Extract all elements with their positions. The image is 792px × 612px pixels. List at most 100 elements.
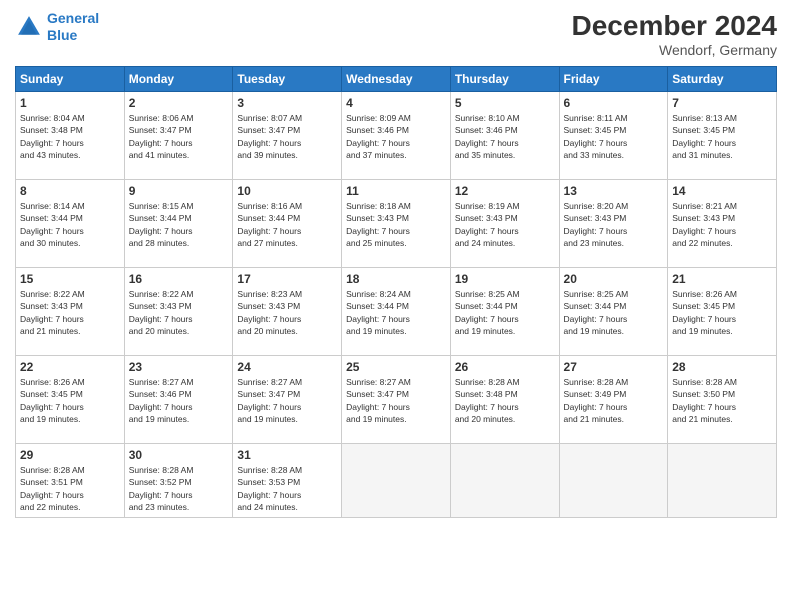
day-number: 24 bbox=[237, 360, 337, 374]
day-number: 18 bbox=[346, 272, 446, 286]
calendar-cell: 16 Sunrise: 8:22 AM Sunset: 3:43 PM Dayli… bbox=[124, 268, 233, 356]
day-info: Sunrise: 8:10 AM Sunset: 3:46 PM Dayligh… bbox=[455, 112, 555, 161]
day-info: Sunrise: 8:15 AM Sunset: 3:44 PM Dayligh… bbox=[129, 200, 229, 249]
calendar-cell bbox=[559, 444, 668, 518]
day-info: Sunrise: 8:28 AM Sunset: 3:48 PM Dayligh… bbox=[455, 376, 555, 425]
day-info: Sunrise: 8:09 AM Sunset: 3:46 PM Dayligh… bbox=[346, 112, 446, 161]
day-number: 15 bbox=[20, 272, 120, 286]
logo-line1: General bbox=[47, 10, 99, 26]
day-info: Sunrise: 8:24 AM Sunset: 3:44 PM Dayligh… bbox=[346, 288, 446, 337]
weekday-header-row: SundayMondayTuesdayWednesdayThursdayFrid… bbox=[16, 67, 777, 92]
calendar-cell: 24 Sunrise: 8:27 AM Sunset: 3:47 PM Dayli… bbox=[233, 356, 342, 444]
day-info: Sunrise: 8:28 AM Sunset: 3:52 PM Dayligh… bbox=[129, 464, 229, 513]
day-number: 9 bbox=[129, 184, 229, 198]
day-number: 14 bbox=[672, 184, 772, 198]
day-number: 5 bbox=[455, 96, 555, 110]
day-number: 4 bbox=[346, 96, 446, 110]
day-number: 16 bbox=[129, 272, 229, 286]
logo-icon bbox=[15, 13, 43, 41]
weekday-header-thursday: Thursday bbox=[450, 67, 559, 92]
calendar-cell bbox=[342, 444, 451, 518]
weekday-header-monday: Monday bbox=[124, 67, 233, 92]
logo: General Blue bbox=[15, 10, 99, 44]
day-number: 22 bbox=[20, 360, 120, 374]
weekday-header-sunday: Sunday bbox=[16, 67, 125, 92]
calendar-cell: 21 Sunrise: 8:26 AM Sunset: 3:45 PM Dayli… bbox=[668, 268, 777, 356]
day-number: 31 bbox=[237, 448, 337, 462]
logo-line2: Blue bbox=[47, 27, 77, 43]
calendar-cell: 9 Sunrise: 8:15 AM Sunset: 3:44 PM Daylig… bbox=[124, 180, 233, 268]
day-info: Sunrise: 8:11 AM Sunset: 3:45 PM Dayligh… bbox=[564, 112, 664, 161]
calendar-week-3: 15 Sunrise: 8:22 AM Sunset: 3:43 PM Dayli… bbox=[16, 268, 777, 356]
calendar-cell: 25 Sunrise: 8:27 AM Sunset: 3:47 PM Dayli… bbox=[342, 356, 451, 444]
day-info: Sunrise: 8:13 AM Sunset: 3:45 PM Dayligh… bbox=[672, 112, 772, 161]
day-number: 23 bbox=[129, 360, 229, 374]
logo-text: General Blue bbox=[47, 10, 99, 44]
calendar-cell: 26 Sunrise: 8:28 AM Sunset: 3:48 PM Dayli… bbox=[450, 356, 559, 444]
day-number: 25 bbox=[346, 360, 446, 374]
calendar-cell bbox=[668, 444, 777, 518]
day-info: Sunrise: 8:28 AM Sunset: 3:49 PM Dayligh… bbox=[564, 376, 664, 425]
day-info: Sunrise: 8:04 AM Sunset: 3:48 PM Dayligh… bbox=[20, 112, 120, 161]
day-info: Sunrise: 8:25 AM Sunset: 3:44 PM Dayligh… bbox=[455, 288, 555, 337]
day-info: Sunrise: 8:28 AM Sunset: 3:50 PM Dayligh… bbox=[672, 376, 772, 425]
weekday-header-saturday: Saturday bbox=[668, 67, 777, 92]
calendar-cell: 17 Sunrise: 8:23 AM Sunset: 3:43 PM Dayli… bbox=[233, 268, 342, 356]
calendar-cell: 4 Sunrise: 8:09 AM Sunset: 3:46 PM Daylig… bbox=[342, 92, 451, 180]
calendar-cell: 28 Sunrise: 8:28 AM Sunset: 3:50 PM Dayli… bbox=[668, 356, 777, 444]
calendar-page: General Blue December 2024 Wendorf, Germ… bbox=[0, 0, 792, 612]
day-number: 2 bbox=[129, 96, 229, 110]
calendar-week-5: 29Sunrise: 8:28 AM Sunset: 3:51 PM Dayli… bbox=[16, 444, 777, 518]
day-number: 12 bbox=[455, 184, 555, 198]
day-info: Sunrise: 8:26 AM Sunset: 3:45 PM Dayligh… bbox=[672, 288, 772, 337]
calendar-cell: 31Sunrise: 8:28 AM Sunset: 3:53 PM Dayli… bbox=[233, 444, 342, 518]
day-info: Sunrise: 8:19 AM Sunset: 3:43 PM Dayligh… bbox=[455, 200, 555, 249]
day-info: Sunrise: 8:14 AM Sunset: 3:44 PM Dayligh… bbox=[20, 200, 120, 249]
day-number: 8 bbox=[20, 184, 120, 198]
header: General Blue December 2024 Wendorf, Germ… bbox=[15, 10, 777, 58]
calendar-cell: 14Sunrise: 8:21 AM Sunset: 3:43 PM Dayli… bbox=[668, 180, 777, 268]
calendar-cell: 15 Sunrise: 8:22 AM Sunset: 3:43 PM Dayli… bbox=[16, 268, 125, 356]
day-number: 26 bbox=[455, 360, 555, 374]
day-info: Sunrise: 8:27 AM Sunset: 3:46 PM Dayligh… bbox=[129, 376, 229, 425]
calendar-cell bbox=[450, 444, 559, 518]
day-number: 17 bbox=[237, 272, 337, 286]
calendar-cell: 27 Sunrise: 8:28 AM Sunset: 3:49 PM Dayli… bbox=[559, 356, 668, 444]
day-info: Sunrise: 8:26 AM Sunset: 3:45 PM Dayligh… bbox=[20, 376, 120, 425]
day-number: 6 bbox=[564, 96, 664, 110]
day-info: Sunrise: 8:06 AM Sunset: 3:47 PM Dayligh… bbox=[129, 112, 229, 161]
day-info: Sunrise: 8:25 AM Sunset: 3:44 PM Dayligh… bbox=[564, 288, 664, 337]
day-number: 27 bbox=[564, 360, 664, 374]
calendar-week-4: 22 Sunrise: 8:26 AM Sunset: 3:45 PM Dayli… bbox=[16, 356, 777, 444]
weekday-header-wednesday: Wednesday bbox=[342, 67, 451, 92]
calendar-cell: 3Sunrise: 8:07 AM Sunset: 3:47 PM Daylig… bbox=[233, 92, 342, 180]
day-info: Sunrise: 8:16 AM Sunset: 3:44 PM Dayligh… bbox=[237, 200, 337, 249]
day-info: Sunrise: 8:27 AM Sunset: 3:47 PM Dayligh… bbox=[346, 376, 446, 425]
calendar-cell: 29Sunrise: 8:28 AM Sunset: 3:51 PM Dayli… bbox=[16, 444, 125, 518]
calendar-cell: 13Sunrise: 8:20 AM Sunset: 3:43 PM Dayli… bbox=[559, 180, 668, 268]
day-number: 11 bbox=[346, 184, 446, 198]
day-info: Sunrise: 8:22 AM Sunset: 3:43 PM Dayligh… bbox=[20, 288, 120, 337]
calendar-week-1: 1Sunrise: 8:04 AM Sunset: 3:48 PM Daylig… bbox=[16, 92, 777, 180]
calendar-cell: 20 Sunrise: 8:25 AM Sunset: 3:44 PM Dayli… bbox=[559, 268, 668, 356]
day-number: 20 bbox=[564, 272, 664, 286]
calendar-cell: 1Sunrise: 8:04 AM Sunset: 3:48 PM Daylig… bbox=[16, 92, 125, 180]
location-subtitle: Wendorf, Germany bbox=[572, 42, 777, 58]
calendar-cell: 19 Sunrise: 8:25 AM Sunset: 3:44 PM Dayli… bbox=[450, 268, 559, 356]
calendar-cell: 12 Sunrise: 8:19 AM Sunset: 3:43 PM Dayli… bbox=[450, 180, 559, 268]
calendar-cell: 8 Sunrise: 8:14 AM Sunset: 3:44 PM Daylig… bbox=[16, 180, 125, 268]
calendar-cell: 6 Sunrise: 8:11 AM Sunset: 3:45 PM Daylig… bbox=[559, 92, 668, 180]
day-number: 7 bbox=[672, 96, 772, 110]
day-info: Sunrise: 8:27 AM Sunset: 3:47 PM Dayligh… bbox=[237, 376, 337, 425]
calendar-cell: 11Sunrise: 8:18 AM Sunset: 3:43 PM Dayli… bbox=[342, 180, 451, 268]
day-number: 28 bbox=[672, 360, 772, 374]
day-number: 19 bbox=[455, 272, 555, 286]
day-number: 3 bbox=[237, 96, 337, 110]
day-info: Sunrise: 8:22 AM Sunset: 3:43 PM Dayligh… bbox=[129, 288, 229, 337]
day-number: 10 bbox=[237, 184, 337, 198]
day-number: 21 bbox=[672, 272, 772, 286]
day-info: Sunrise: 8:20 AM Sunset: 3:43 PM Dayligh… bbox=[564, 200, 664, 249]
day-info: Sunrise: 8:28 AM Sunset: 3:51 PM Dayligh… bbox=[20, 464, 120, 513]
day-info: Sunrise: 8:23 AM Sunset: 3:43 PM Dayligh… bbox=[237, 288, 337, 337]
day-number: 30 bbox=[129, 448, 229, 462]
